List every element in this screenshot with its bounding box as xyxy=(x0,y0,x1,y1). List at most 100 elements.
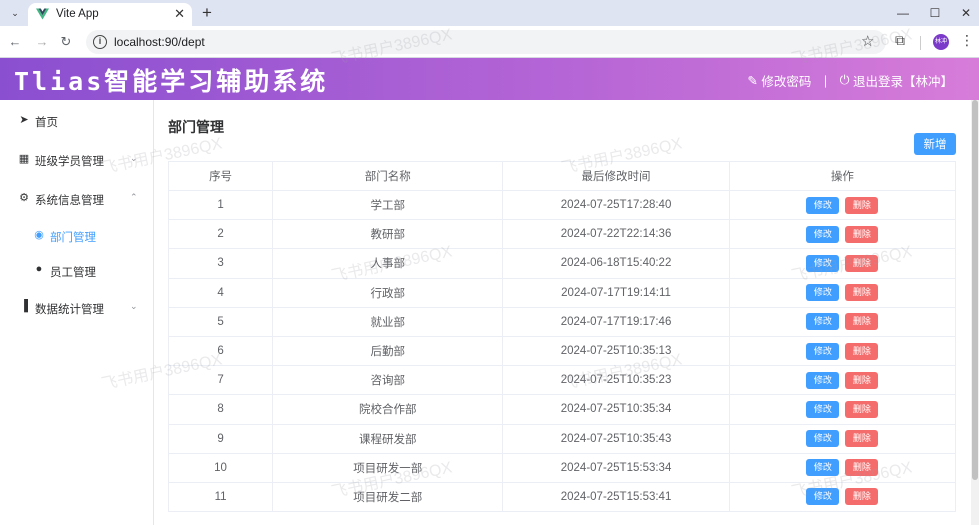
cell-updated-time: 2024-07-22T22:14:36 xyxy=(502,219,730,250)
cell-actions: 修改 删除 xyxy=(728,189,957,221)
sidebar-item-label: 系统信息管理 xyxy=(35,195,104,207)
delete-button[interactable]: 删除 xyxy=(845,284,879,302)
cell-dept-name: 学工部 xyxy=(272,189,504,221)
chevron-down-icon: ⌄ xyxy=(130,153,138,163)
delete-button[interactable]: 删除 xyxy=(845,225,879,243)
cell-actions: 修改 删除 xyxy=(728,423,957,454)
cell-updated-time: 2024-07-25T10:35:34 xyxy=(502,394,730,425)
sidebar-item-statistics[interactable]: ▐ 数据统计管理 ⌄ xyxy=(0,290,153,326)
column-header-name: 部门名称 xyxy=(272,161,504,191)
user-icon: ● xyxy=(35,263,43,275)
table-row: 3 人事部 2024-06-18T15:40:22 修改 删除 xyxy=(167,248,957,279)
delete-button[interactable]: 删除 xyxy=(845,371,879,389)
cell-index: 9 xyxy=(167,423,274,454)
add-department-button[interactable]: 新增 xyxy=(914,133,956,155)
header-links: ✎ 修改密码 | ⏻ 退出登录【林冲】 xyxy=(747,71,953,90)
table-row: 8 院校合作部 2024-07-25T10:35:34 修改 删除 xyxy=(167,394,957,425)
delete-button[interactable]: 删除 xyxy=(845,400,879,418)
extensions-icon[interactable]: ⧉ xyxy=(895,32,905,49)
new-tab-button[interactable]: + xyxy=(198,3,216,23)
sidebar-item-label: 部门管理 xyxy=(50,232,96,244)
site-info-icon[interactable]: i xyxy=(93,35,107,49)
bookmark-star-icon[interactable]: ☆ xyxy=(861,32,874,50)
edit-button[interactable]: 修改 xyxy=(806,254,840,272)
delete-button[interactable]: 删除 xyxy=(845,313,879,331)
cell-updated-time: 2024-07-25T17:28:40 xyxy=(502,189,730,221)
table-row: 10 项目研发一部 2024-07-25T15:53:34 修改 删除 xyxy=(167,452,957,483)
cell-actions: 修改 删除 xyxy=(728,335,957,367)
edit-button[interactable]: 修改 xyxy=(806,459,840,477)
delete-button[interactable]: 删除 xyxy=(845,459,879,477)
forward-icon[interactable]: → xyxy=(33,33,51,51)
delete-button[interactable]: 删除 xyxy=(845,488,879,506)
cell-updated-time: 2024-07-17T19:14:11 xyxy=(502,277,730,308)
cell-updated-time: 2024-07-25T10:35:13 xyxy=(502,335,730,367)
sidebar-item-dept[interactable]: ◉ 部门管理 xyxy=(0,218,153,254)
sidebar-item-class-student[interactable]: ▦ 班级学员管理 ⌄ xyxy=(0,142,153,178)
edit-button[interactable]: 修改 xyxy=(806,284,840,302)
cell-dept-name: 行政部 xyxy=(272,277,504,308)
cell-actions: 修改 删除 xyxy=(728,248,957,279)
app-header: Tlias智能学习辅助系统 ✎ 修改密码 | ⏻ 退出登录【林冲】 xyxy=(0,58,979,100)
table-body: 1 学工部 2024-07-25T17:28:40 修改 删除 2 教研部 2024-07-2… xyxy=(167,189,957,513)
cell-dept-name: 咨询部 xyxy=(272,365,504,396)
bar-chart-icon: ▐ xyxy=(20,300,28,312)
close-icon[interactable]: ✕ xyxy=(957,4,975,22)
cell-index: 5 xyxy=(167,306,274,337)
sidebar-item-label: 首页 xyxy=(35,117,58,129)
edit-button[interactable]: 修改 xyxy=(806,313,840,331)
cell-updated-time: 2024-07-25T10:35:23 xyxy=(502,365,730,396)
change-password-link[interactable]: 修改密码 xyxy=(761,75,811,89)
url-field[interactable]: i localhost:90/dept xyxy=(86,30,886,54)
delete-button[interactable]: 删除 xyxy=(845,196,879,214)
cell-dept-name: 项目研发二部 xyxy=(272,481,504,513)
browser-tab[interactable]: Vite App ✕ xyxy=(28,3,192,26)
column-header-index: 序号 xyxy=(167,161,274,191)
table-row: 6 后勤部 2024-07-25T10:35:13 修改 删除 xyxy=(167,335,957,367)
edit-button[interactable]: 修改 xyxy=(806,342,840,360)
edit-button[interactable]: 修改 xyxy=(806,196,840,214)
edit-button[interactable]: 修改 xyxy=(806,371,840,389)
scrollbar-thumb[interactable] xyxy=(972,100,978,480)
minimize-icon[interactable]: — xyxy=(894,4,912,22)
delete-button[interactable]: 删除 xyxy=(845,254,879,272)
cell-updated-time: 2024-06-18T15:40:22 xyxy=(502,248,730,279)
cell-actions: 修改 删除 xyxy=(728,452,957,483)
sidebar-item-employee[interactable]: ● 员工管理 xyxy=(0,253,153,289)
delete-button[interactable]: 删除 xyxy=(845,430,879,448)
app-title: Tlias智能学习辅助系统 xyxy=(14,67,329,96)
logout-link[interactable]: 退出登录【林冲】 xyxy=(853,75,953,89)
cell-dept-name: 教研部 xyxy=(272,219,504,250)
send-icon: ➤ xyxy=(19,114,29,126)
table-row: 9 课程研发部 2024-07-25T10:35:43 修改 删除 xyxy=(167,423,957,454)
department-table: 序号 部门名称 最后修改时间 操作 1 学工部 2024-07-25T17:28:4… xyxy=(167,161,957,513)
edit-button[interactable]: 修改 xyxy=(806,225,840,243)
delete-button[interactable]: 删除 xyxy=(845,342,879,360)
sidebar-item-system-info[interactable]: ⚙ 系统信息管理 ⌃ xyxy=(0,181,153,217)
tab-search-icon[interactable]: ⌄ xyxy=(6,5,24,21)
page-scrollbar[interactable] xyxy=(971,100,979,525)
cell-dept-name: 就业部 xyxy=(272,306,504,337)
toolbar-divider xyxy=(920,36,921,50)
maximize-icon[interactable]: ☐ xyxy=(926,4,944,22)
edit-button[interactable]: 修改 xyxy=(806,488,840,506)
sidebar-item-home[interactable]: ➤ 首页 xyxy=(0,103,153,139)
table-row: 7 咨询部 2024-07-25T10:35:23 修改 删除 xyxy=(167,365,957,396)
url-text[interactable]: localhost:90/dept xyxy=(114,35,205,49)
compass-icon: ◉ xyxy=(34,229,44,241)
reload-icon[interactable]: ↻ xyxy=(57,33,75,51)
header-separator: | xyxy=(823,73,828,88)
chevron-down-icon: ⌄ xyxy=(130,301,138,311)
cell-dept-name: 项目研发一部 xyxy=(272,452,504,483)
profile-avatar[interactable]: 林冲 xyxy=(933,34,949,50)
cell-actions: 修改 删除 xyxy=(728,481,957,513)
cell-dept-name: 院校合作部 xyxy=(272,394,504,425)
edit-button[interactable]: 修改 xyxy=(806,430,840,448)
sidebar: ➤ 首页 ▦ 班级学员管理 ⌄ ⚙ 系统信息管理 ⌃ ◉ 部门管理 ● 员工管理… xyxy=(0,100,154,525)
back-icon[interactable]: ← xyxy=(6,33,24,51)
cell-updated-time: 2024-07-25T15:53:34 xyxy=(502,452,730,483)
browser-menu-icon[interactable]: ⋮ xyxy=(960,32,974,49)
cell-actions: 修改 删除 xyxy=(728,394,957,425)
tab-close-icon[interactable]: ✕ xyxy=(174,6,185,22)
edit-button[interactable]: 修改 xyxy=(806,400,840,418)
